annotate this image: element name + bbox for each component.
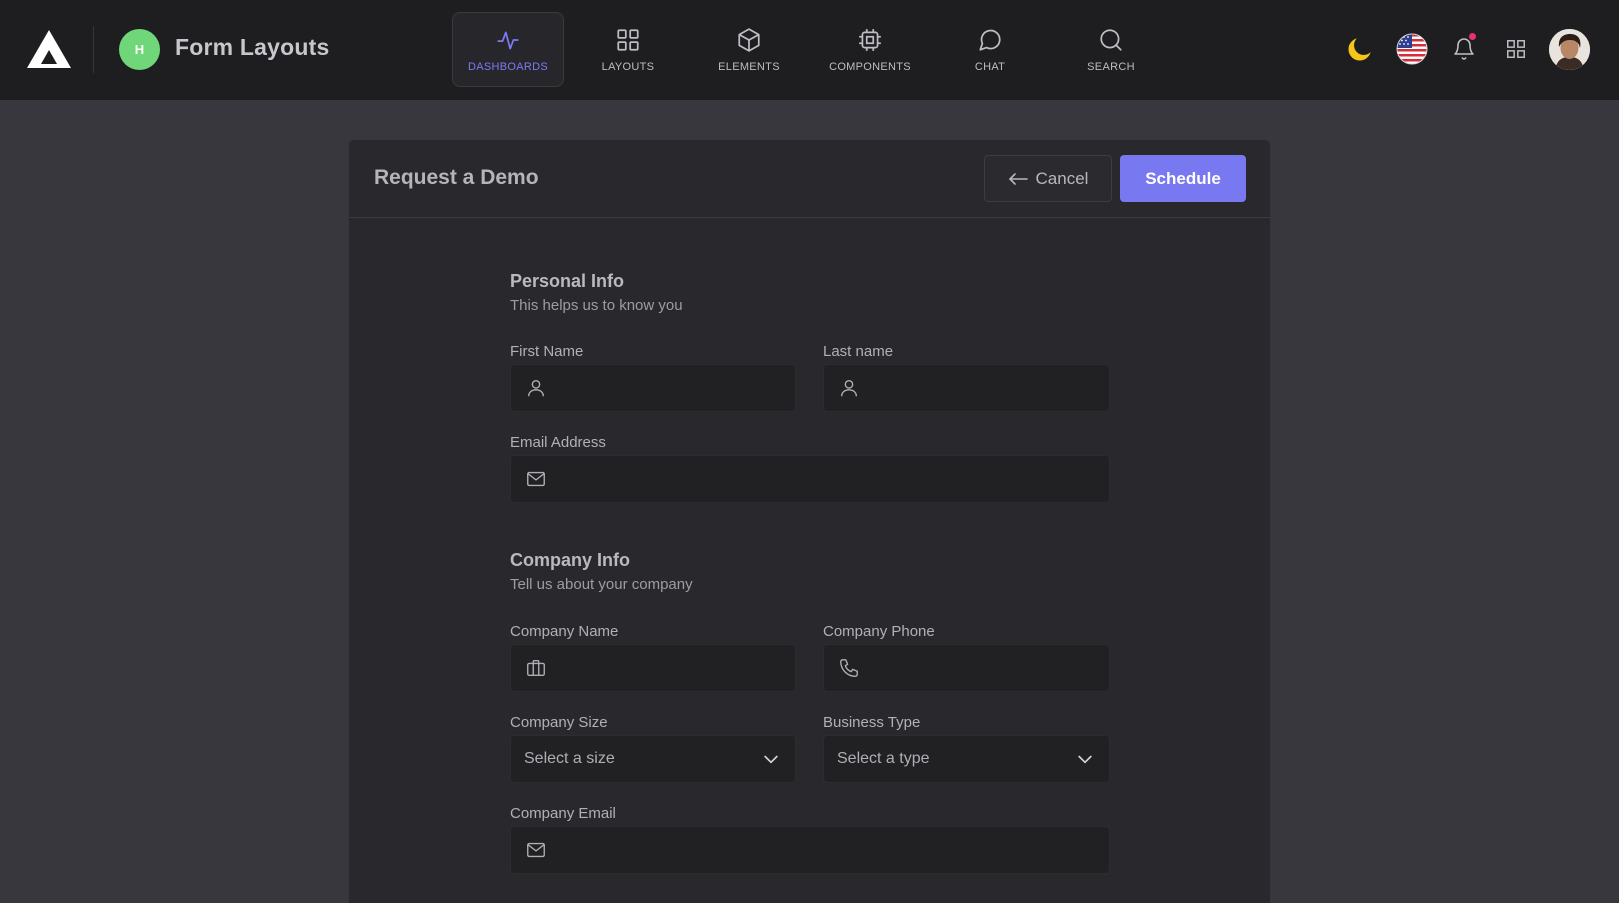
company-size-value: Select a size [524,750,615,767]
card-title: Request a Demo [374,166,539,189]
workspace-avatar[interactable]: H [119,29,160,70]
chevron-down-icon [764,755,778,764]
tab-search[interactable]: Search [1055,12,1167,87]
company-phone-field[interactable] [823,644,1110,692]
briefcase-icon [527,659,545,677]
schedule-button[interactable]: Schedule [1120,155,1246,202]
arrow-left-icon [1008,172,1028,185]
notifications-button[interactable] [1446,31,1482,67]
user-avatar[interactable] [1549,29,1590,70]
last-name-field[interactable] [823,364,1110,412]
tab-label: Layouts [601,60,655,73]
bell-icon [1454,38,1474,60]
card-header: Request a Demo Cancel Schedule [349,140,1270,218]
tab-components[interactable]: Components [814,12,926,87]
tab-label: Components [829,60,911,73]
user-icon [527,379,545,397]
tab-elements[interactable]: Elements [693,12,805,87]
company-name-field[interactable] [510,644,796,692]
mail-icon [527,471,545,487]
cancel-label: Cancel [1035,168,1089,188]
email-address-label: Email Address [510,434,606,451]
theme-toggle-button[interactable] [1342,31,1378,67]
user-icon [840,379,858,397]
message-circle-icon [979,29,1001,51]
tab-dashboards[interactable]: Dashboards [452,12,564,87]
first-name-label: First Name [510,343,584,360]
phone-icon [840,659,858,677]
language-button[interactable] [1394,31,1430,67]
activity-icon [497,31,519,50]
personal-info-title: Personal Info [510,271,625,291]
header-divider [93,26,94,73]
company-name-label: Company Name [510,623,619,640]
us-flag-icon [1396,33,1428,65]
company-info-subtitle: Tell us about your company [510,576,693,593]
triangle-logo-icon[interactable] [25,28,73,70]
company-email-field[interactable] [510,826,1110,874]
tab-label: Chat [974,60,1006,73]
tab-label: Search [1087,60,1135,73]
tab-label: Elements [718,60,780,73]
box-icon [738,27,760,52]
user-avatar-icon [1549,29,1590,70]
tab-layouts[interactable]: Layouts [572,12,684,87]
mail-icon [527,842,545,858]
notification-dot [1469,33,1476,40]
business-type-select[interactable]: Select a type [823,735,1110,783]
moon-icon [1348,38,1371,61]
last-name-label: Last name [823,343,894,360]
apps-grid-icon [1507,40,1525,58]
chevron-down-icon [1078,755,1092,764]
apps-button[interactable] [1498,31,1534,67]
request-demo-card: Request a Demo Cancel Schedule Personal … [348,139,1271,903]
tab-label: Dashboards [467,60,549,73]
company-size-label: Company Size [510,714,608,731]
cancel-button[interactable]: Cancel [984,155,1112,202]
company-email-label: Company Email [510,805,616,822]
tab-chat[interactable]: Chat [934,12,1046,87]
business-type-value: Select a type [837,750,930,767]
personal-info-subtitle: This helps us to know you [510,297,683,314]
page-title: Form Layouts [175,34,330,60]
company-phone-label: Company Phone [823,623,935,640]
grid-icon [617,28,639,51]
business-type-label: Business Type [823,714,921,731]
company-size-select[interactable]: Select a size [510,735,796,783]
top-navbar: H Form Layouts Dashboards Layouts Elemen… [0,0,1619,100]
search-icon [1100,28,1122,51]
email-address-field[interactable] [510,455,1110,503]
first-name-field[interactable] [510,364,796,412]
cpu-icon [859,28,881,51]
company-info-title: Company Info [510,550,630,570]
